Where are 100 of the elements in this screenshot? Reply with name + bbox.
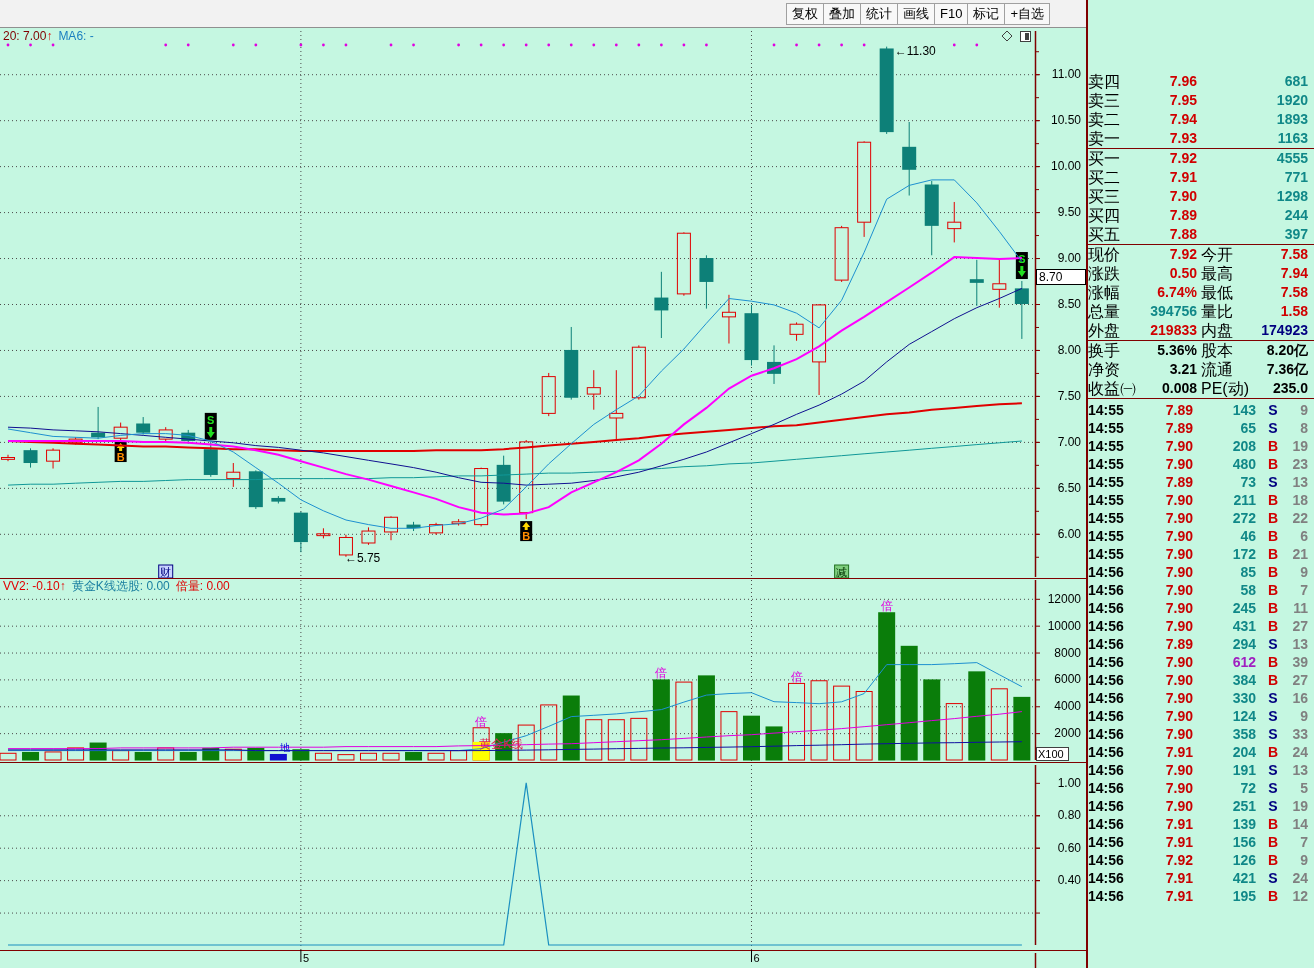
quote-value: 235.0 xyxy=(1271,379,1308,398)
order-volume: 771 xyxy=(1283,168,1308,187)
trade-side: B xyxy=(1266,671,1280,689)
quote-label: 收益㈠ xyxy=(1088,379,1136,398)
volume-bar xyxy=(765,726,783,761)
quote-value: 7.92 xyxy=(1168,245,1197,264)
trade-price: 7.90 xyxy=(1164,779,1193,797)
candlestick xyxy=(181,429,196,445)
trade-side: B xyxy=(1266,527,1280,545)
quote-label: 最低 xyxy=(1200,283,1234,302)
trade-count: 9 xyxy=(1299,851,1308,869)
buy-signal-marker: B xyxy=(520,521,533,543)
order-price: 7.90 xyxy=(1168,187,1197,206)
trade-time: 14:56 xyxy=(1088,797,1125,815)
order-level-label: 买四 xyxy=(1088,206,1121,225)
quote-label: 涨跌 xyxy=(1088,264,1121,283)
trade-time: 14:56 xyxy=(1088,707,1125,725)
quote-label: 内盘 xyxy=(1200,321,1234,340)
trade-price: 7.90 xyxy=(1164,455,1193,473)
trend-arrow: ↑ xyxy=(59,579,66,593)
quote-value: 219833 xyxy=(1149,321,1197,340)
price-axis-label: 11.00 xyxy=(1051,67,1081,82)
order-level-label: 卖一 xyxy=(1088,129,1121,148)
signal-dot-icon xyxy=(524,43,528,47)
toolbar-button[interactable]: 画线 xyxy=(897,2,935,25)
trade-volume: 480 xyxy=(1231,455,1257,473)
volume-marker: 倍 xyxy=(475,714,488,729)
volume-bar xyxy=(382,752,400,761)
order-volume: 1298 xyxy=(1275,187,1308,206)
trade-price: 7.90 xyxy=(1164,689,1193,707)
candlestick xyxy=(384,515,398,541)
diamond-icon[interactable] xyxy=(1001,30,1013,42)
toolbar-button[interactable]: +自选 xyxy=(1004,2,1050,25)
trade-volume: 58 xyxy=(1239,581,1257,599)
signal-dot-icon xyxy=(254,43,258,47)
event-badge[interactable]: 减 xyxy=(834,564,850,578)
volume-axis-label: 2000 xyxy=(1054,726,1081,741)
trade-time: 14:56 xyxy=(1088,599,1125,617)
quote-label: 流通 xyxy=(1200,360,1234,379)
volume-bar xyxy=(720,711,738,761)
order-level-label: 卖四 xyxy=(1088,72,1121,91)
trade-volume: 384 xyxy=(1231,671,1257,689)
trade-volume: 73 xyxy=(1239,473,1257,491)
candlestick xyxy=(429,522,444,536)
event-badge[interactable]: 财 xyxy=(158,564,174,578)
volume-bar xyxy=(360,752,377,761)
candlestick xyxy=(947,201,962,243)
trade-price: 7.89 xyxy=(1164,419,1193,437)
signal-dot-icon xyxy=(975,43,979,47)
order-level-label: 买二 xyxy=(1088,168,1121,187)
toolbar-button[interactable]: F10 xyxy=(934,2,969,25)
trade-volume: 358 xyxy=(1231,725,1257,743)
order-volume: 1920 xyxy=(1275,91,1308,110)
signal-dot-icon xyxy=(457,43,460,47)
trade-count: 5 xyxy=(1299,779,1308,797)
volume-bar xyxy=(337,754,355,761)
trade-count: 18 xyxy=(1291,491,1308,509)
toolbar-button[interactable]: 统计 xyxy=(860,2,898,25)
trade-count: 21 xyxy=(1291,545,1308,563)
quote-value: 8.20亿 xyxy=(1265,341,1308,360)
quote-label: 总量 xyxy=(1088,302,1121,321)
split-square-icon[interactable] xyxy=(1020,31,1031,42)
trade-time: 14:56 xyxy=(1088,563,1125,581)
trade-volume: 211 xyxy=(1232,491,1257,509)
trade-volume: 85 xyxy=(1239,563,1257,581)
quote-value: 5.36% xyxy=(1156,341,1197,360)
trade-price: 7.89 xyxy=(1164,401,1193,419)
quote-value: 1.58 xyxy=(1279,302,1308,321)
signal-dot-icon xyxy=(637,43,641,47)
trade-side: B xyxy=(1266,581,1280,599)
sell-signal-marker: S xyxy=(204,412,217,440)
volume-bar xyxy=(1013,696,1031,761)
volume-bar xyxy=(67,747,85,761)
trade-price: 7.90 xyxy=(1164,581,1193,599)
trade-price: 7.90 xyxy=(1164,797,1193,815)
toolbar-button[interactable]: 标记 xyxy=(967,2,1006,25)
quote-label: 股本 xyxy=(1200,341,1234,360)
toolbar-button[interactable]: 复权 xyxy=(786,2,824,25)
trade-time: 14:55 xyxy=(1088,491,1125,509)
trade-count: 7 xyxy=(1299,581,1308,599)
volume-bar xyxy=(269,753,287,761)
trade-time: 14:56 xyxy=(1088,869,1125,887)
candlestick xyxy=(721,294,736,345)
quote-value: 7.58 xyxy=(1279,245,1308,264)
trade-side: B xyxy=(1266,491,1280,509)
indicator-value: 黄金K线选股: 0.00 xyxy=(71,579,170,593)
time-axis-label: 6 xyxy=(753,952,760,964)
trade-price: 7.90 xyxy=(1164,437,1193,455)
trade-price: 7.90 xyxy=(1164,707,1193,725)
trend-arrow: ↑ xyxy=(46,29,53,43)
candlestick xyxy=(834,225,849,283)
volume-bar xyxy=(743,715,760,761)
volume-bar xyxy=(607,719,625,761)
trade-volume: 330 xyxy=(1231,689,1257,707)
trade-side: S xyxy=(1267,725,1279,743)
candlestick xyxy=(676,231,691,297)
volume-bar xyxy=(0,752,17,761)
toolbar-button[interactable]: 叠加 xyxy=(823,2,861,25)
signal-dot-icon xyxy=(682,43,686,47)
candlestick xyxy=(293,511,308,553)
